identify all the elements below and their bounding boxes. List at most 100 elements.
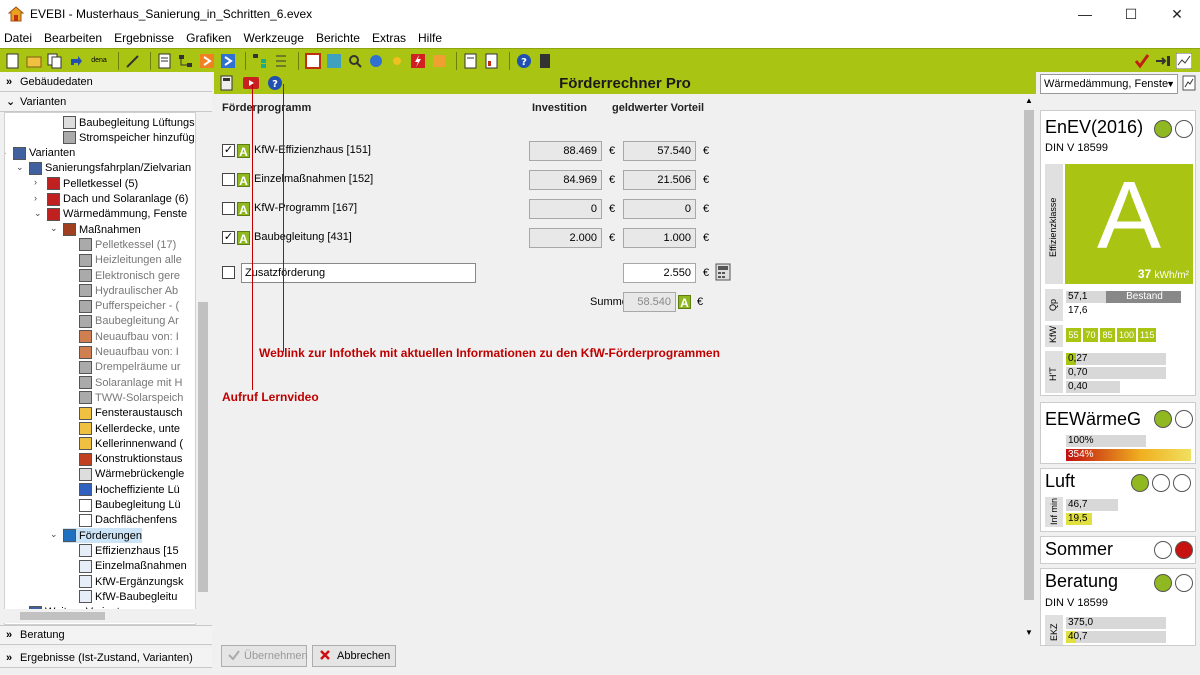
menu-hilfe[interactable]: Hilfe [418,31,442,45]
apply-button[interactable]: Übernehmen [221,645,308,667]
zusatz-checkbox[interactable] [222,266,235,279]
tree-vertical-scrollbar[interactable] [196,112,210,625]
variant-tree[interactable]: Baubegleitung Lüftungsei Stromspeicher hi… [4,112,196,625]
tree-item[interactable]: Wärmedämmung, Fenste [47,207,187,222]
dena-icon[interactable]: dena [88,52,110,70]
tree-item[interactable]: Pelletkessel (17) [79,237,176,252]
expand-chevron-down-icon[interactable]: ⌄ [50,223,58,234]
chart-icon[interactable] [1182,75,1196,94]
magnifier-icon[interactable] [346,52,364,70]
program-checkbox[interactable]: ✓ [222,144,235,157]
program-checkbox[interactable] [222,202,235,215]
checkmark-icon[interactable] [1133,52,1151,70]
expand-chevron-down-icon[interactable]: ⌄ [34,208,42,219]
tree-item[interactable]: Kellerinnenwand ( [79,436,183,451]
report-chart-icon[interactable] [483,52,501,70]
main-vertical-scrollbar[interactable]: ▲ ▼ [1022,94,1036,639]
calculator-icon[interactable] [536,52,554,70]
export-icon[interactable] [1154,52,1172,70]
tree-item[interactable]: TWW-Solarspeich [79,390,183,405]
expand-chevron-down-icon[interactable]: ⌄ [16,162,24,173]
variant-select[interactable]: Wärmedämmung, Fenste ▼ [1040,74,1178,94]
report-icon[interactable] [462,52,480,70]
tree-icon[interactable] [251,52,269,70]
tree-item[interactable]: Effizienzhaus [15 [79,543,179,558]
tree-item[interactable]: Kellerdecke, unte [79,421,180,436]
wand-icon[interactable] [124,52,142,70]
maximize-button[interactable]: ☐ [1108,0,1154,28]
menu-grafiken[interactable]: Grafiken [186,31,231,45]
tree-item[interactable]: KfW-Ergänzungsk [79,574,183,589]
tree-item[interactable]: Stromspeicher hinzufüger [63,130,195,145]
new-file-icon[interactable] [4,52,22,70]
arrow-icon[interactable] [67,52,85,70]
tree-item[interactable]: Pelletkessel (5) [47,176,138,191]
blue-next-icon[interactable] [219,52,237,70]
tree-item[interactable]: Heizleitungen alle [79,253,182,268]
tree-item[interactable]: Maßnahmen [63,222,141,237]
graph-icon[interactable] [1175,52,1193,70]
lightning-icon[interactable] [409,52,427,70]
list-icon[interactable] [272,52,290,70]
tree-item[interactable]: KfW-Baubegleitu [79,589,177,604]
euro-money-icon[interactable] [430,52,448,70]
close-button[interactable]: ✕ [1154,0,1200,28]
tree-item[interactable]: Dachflächenfens [79,513,177,528]
tree-item[interactable]: Neuaufbau von: I [79,329,179,344]
menu-werkzeuge[interactable]: Werkzeuge [243,31,303,45]
cancel-button[interactable]: Abbrechen [312,645,396,667]
expand-chevron-down-icon[interactable]: ⌄ [5,147,8,158]
minimize-button[interactable]: — [1062,0,1108,28]
section-beratung[interactable]: » Beratung [0,625,212,645]
menu-berichte[interactable]: Berichte [316,31,360,45]
structure-icon[interactable] [177,52,195,70]
tree-item[interactable]: Hocheffiziente Lü [79,482,180,497]
tree-item[interactable]: Drempelräume ur [79,360,181,375]
section-ergebnisse[interactable]: » Ergebnisse (Ist-Zustand, Varianten) [0,648,212,668]
tree-item[interactable]: Solaranlage mit H [79,375,182,390]
tree-item[interactable]: Baubegleitung Ar [79,314,179,329]
section-varianten[interactable]: ⌄ Varianten [0,92,212,112]
video-play-icon[interactable] [242,74,260,92]
tree-item[interactable]: Förderungen [63,528,142,544]
copy-icon[interactable] [46,52,64,70]
tree-item[interactable]: Hydraulischer Ab [79,283,178,298]
expand-chevron-right-icon[interactable]: › [34,177,37,187]
section-gebaeudedaten[interactable]: » Gebäudedaten [0,72,212,92]
document-icon[interactable] [156,52,174,70]
menu-bearbeiten[interactable]: Bearbeiten [44,31,102,45]
tree-item[interactable]: Elektronisch gere [79,268,180,283]
tree-item[interactable]: Baubegleitung Lüftungsei [63,115,195,130]
tree-item[interactable]: Baubegleitung Lü [79,498,181,513]
zusatz-value-input[interactable]: 2.550 [623,263,696,283]
tree-item[interactable]: Wärmebrückengle [79,467,184,482]
expand-chevron-right-icon[interactable]: › [34,193,37,203]
program-checkbox[interactable]: ✓ [222,231,235,244]
zusatz-name-input[interactable]: Zusatzförderung [241,263,476,283]
menu-ergebnisse[interactable]: Ergebnisse [114,31,174,45]
program-checkbox[interactable] [222,173,235,186]
tree-item[interactable]: Dach und Solaranlage (6) [47,192,188,207]
calculator-settings-icon[interactable] [218,74,236,92]
calculator-icon[interactable] [715,263,731,284]
tree-item[interactable]: Einzelmaßnahmen [79,559,187,574]
info-help-icon[interactable]: ? [266,74,284,92]
expand-chevron-down-icon[interactable]: ⌄ [50,529,58,540]
tree-item[interactable]: Konstruktionstaus [79,452,182,467]
menu-extras[interactable]: Extras [372,31,406,45]
orange-next-icon[interactable] [198,52,216,70]
fan-icon[interactable] [367,52,385,70]
tree-item[interactable]: Neuaufbau von: I [79,345,179,360]
tree-horizontal-scrollbar[interactable] [4,609,196,623]
window-icon[interactable] [304,52,322,70]
menu-datei[interactable]: Datei [4,31,32,45]
sun-icon[interactable] [388,52,406,70]
thermography-icon[interactable] [325,52,343,70]
tree-item[interactable]: Varianten [13,146,75,161]
help-icon[interactable]: ? [515,52,533,70]
tree-item[interactable]: Pufferspeicher - ( [79,299,179,314]
open-folder-icon[interactable] [25,52,43,70]
title-bar: EVEBI - Musterhaus_Sanierung_in_Schritte… [0,0,1200,28]
tree-item[interactable]: Fensteraustausch [79,406,182,421]
tree-item[interactable]: Sanierungsfahrplan/Zielvarian [29,161,191,176]
